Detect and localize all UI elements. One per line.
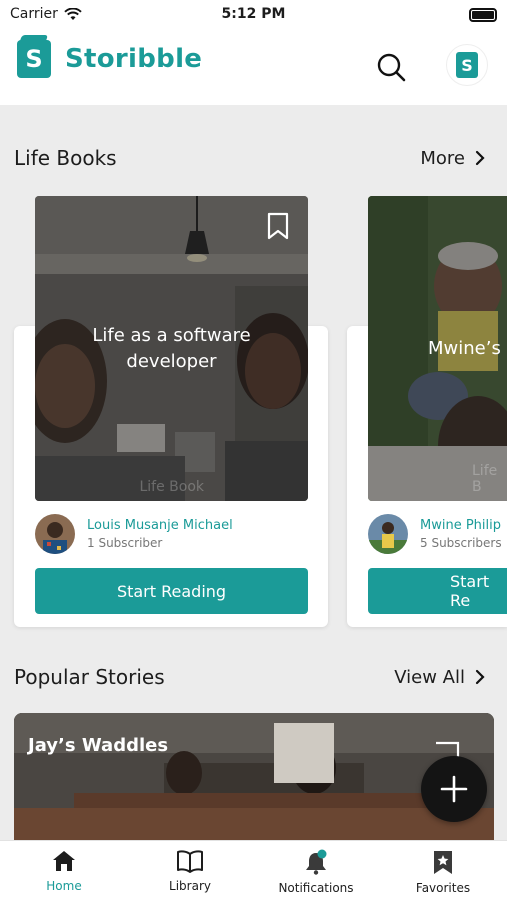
life-book-cover[interactable]: Mwine’s Life B: [368, 196, 507, 501]
popular-stories-title: Popular Stories: [14, 665, 165, 689]
status-bar: Carrier 5:12 PM: [0, 0, 507, 30]
card-title: Life as a software developer: [92, 325, 251, 372]
book-icon: [177, 850, 203, 873]
tab-notifications[interactable]: Notifications: [253, 849, 379, 895]
author-avatar: [368, 514, 408, 554]
start-reading-button[interactable]: Start Reading: [35, 568, 308, 614]
more-label: More: [420, 147, 465, 169]
app-bar: S Storibble S: [0, 30, 507, 105]
chevron-right-icon: [475, 669, 485, 685]
app-name: Storibble: [65, 44, 203, 74]
profile-avatar-button[interactable]: S: [446, 44, 488, 86]
bookmark-icon[interactable]: [266, 212, 290, 240]
card-title: Mwine’s: [428, 338, 501, 359]
clock: 5:12 PM: [221, 6, 286, 22]
start-reading-button[interactable]: Start Re: [368, 568, 507, 614]
home-icon: [53, 851, 75, 871]
brand: S Storibble: [17, 40, 202, 78]
profile-logo-letter: S: [461, 55, 473, 75]
life-books-header: Life Books More: [14, 146, 485, 170]
card-badge: Life Book: [139, 479, 204, 495]
more-link[interactable]: More: [420, 148, 485, 169]
tab-favorites[interactable]: Favorites: [380, 849, 506, 895]
tab-label: Library: [169, 879, 211, 893]
add-story-button[interactable]: [421, 756, 487, 822]
card-author[interactable]: Louis Musanje Michael 1 Subscriber: [35, 514, 233, 554]
subscriber-count: 1 Subscriber: [87, 536, 163, 550]
bookmark-star-icon: [434, 851, 452, 874]
tab-label: Notifications: [278, 881, 354, 895]
author-avatar: [35, 514, 75, 554]
tab-label: Favorites: [415, 881, 471, 895]
tab-home[interactable]: Home: [1, 849, 127, 893]
tab-label: Home: [46, 879, 82, 893]
profile-logo-icon: S: [456, 52, 478, 78]
author-name: Louis Musanje Michael: [87, 518, 233, 533]
battery-icon: [469, 8, 497, 22]
popular-stories-header: Popular Stories View All: [14, 665, 485, 689]
plus-icon: [440, 775, 468, 803]
author-name: Mwine Philip: [420, 518, 501, 533]
bell-icon: [306, 849, 327, 875]
card-author[interactable]: Mwine Philip 5 Subscribers: [368, 514, 502, 554]
chevron-right-icon: [475, 150, 485, 166]
life-book-cover[interactable]: Life as a software developer Life Book: [35, 196, 308, 501]
tab-library[interactable]: Library: [127, 849, 253, 893]
life-books-title: Life Books: [14, 146, 117, 170]
subscriber-count: 5 Subscribers: [420, 536, 502, 550]
story-title: Jay’s Waddles: [28, 735, 169, 756]
card-badge: Life B: [472, 463, 498, 495]
view-all-label: View All: [394, 666, 465, 688]
app-logo-icon: S: [17, 40, 51, 78]
search-icon: [377, 53, 406, 82]
logo-letter: S: [25, 45, 43, 73]
view-all-link[interactable]: View All: [394, 667, 485, 688]
bottom-tab-bar: Home Library Notifications Favorites: [0, 840, 507, 900]
search-button[interactable]: [372, 48, 410, 86]
